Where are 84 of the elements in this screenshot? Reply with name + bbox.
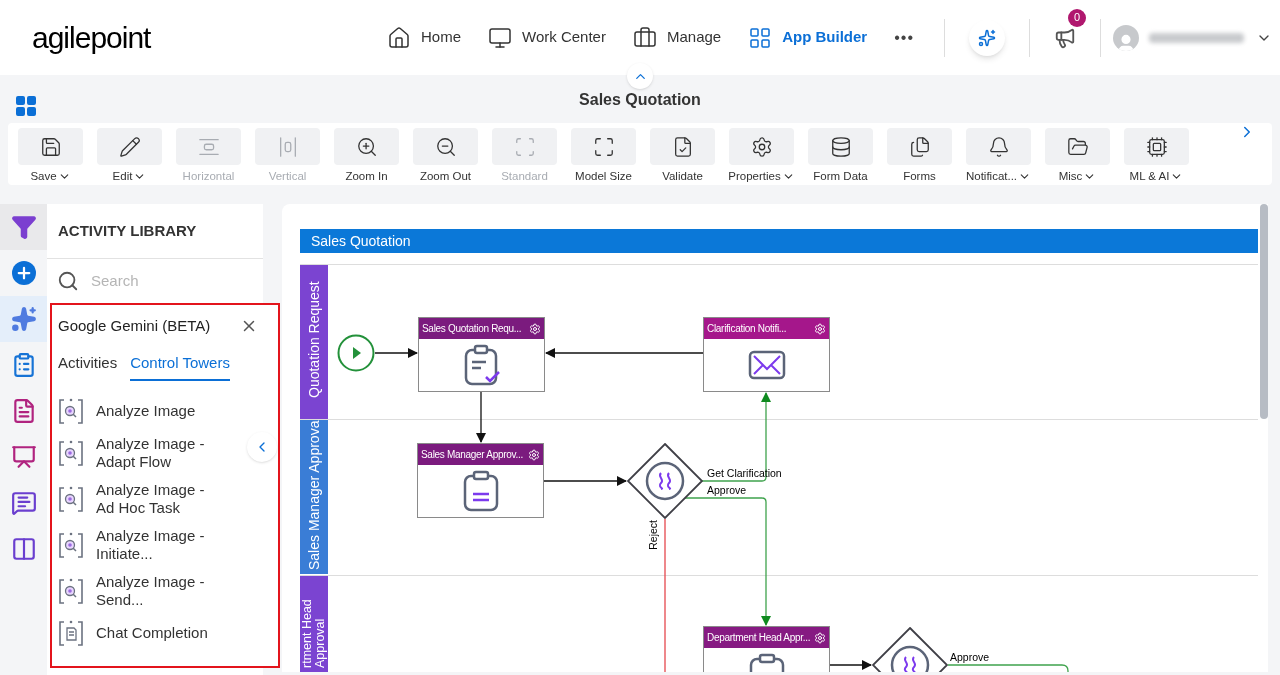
flow-label: Approve (950, 650, 990, 665)
task-node[interactable]: Sales Manager Approv... (417, 443, 544, 518)
search-icon (57, 270, 79, 292)
activity-item[interactable]: Analyze Image - Send... (58, 573, 278, 609)
flow-arrow[interactable] (374, 348, 418, 358)
image-search-frame-icon (58, 485, 84, 513)
image-search-frame-icon (58, 397, 84, 425)
database-icon (829, 135, 852, 158)
task-node[interactable]: Department Head Appr... (703, 626, 830, 672)
flow-label: Get Clarification (707, 466, 782, 481)
lane-label: rtment Head Approval (300, 576, 328, 672)
rail-button[interactable] (0, 204, 47, 250)
document-frame-icon (58, 619, 84, 647)
scrollbar-thumb[interactable] (1260, 204, 1268, 419)
flow-arrow[interactable] (545, 348, 704, 358)
group-title: Google Gemini (BETA) (58, 316, 211, 336)
pencil-icon (118, 135, 141, 158)
image-search-frame-icon (58, 439, 84, 467)
flow-arrow[interactable] (829, 660, 872, 670)
flow-label: Reject (646, 520, 660, 550)
pinwheel-icon (978, 28, 996, 47)
logo[interactable]: agilepoint (32, 15, 151, 60)
settings-icon[interactable] (814, 631, 826, 644)
image-search-frame-icon (58, 531, 84, 559)
task-title: Sales Quotation Requ... (422, 322, 522, 336)
settings-icon[interactable] (529, 322, 541, 335)
funnel-icon (10, 214, 37, 240)
library-title: ACTIVITY LIBRARY (47, 204, 263, 259)
settings-icon[interactable] (528, 448, 540, 461)
expand-icon (592, 135, 615, 158)
activity-item[interactable]: Analyze Image - Adapt Flow (58, 435, 278, 471)
frame-icon (513, 135, 536, 158)
zoom-in-icon (355, 135, 378, 158)
settings-icon[interactable] (814, 322, 826, 335)
flow-arrow[interactable] (476, 391, 486, 443)
briefcase-icon (632, 25, 657, 50)
lane-label: Quotation Request (300, 265, 328, 419)
sparkle-icon (10, 306, 37, 332)
start-event[interactable] (337, 334, 375, 372)
task-node[interactable]: Sales Quotation Requ... (418, 317, 545, 392)
task-node[interactable]: Clarification Notifi... (703, 317, 830, 392)
presentation-icon (10, 444, 37, 470)
nav-link[interactable]: Manage (632, 25, 722, 50)
lane-label: Sales Manager Approva (300, 420, 328, 574)
notification-badge: 0 (1068, 8, 1086, 27)
flow-arrow[interactable] (543, 476, 627, 486)
monitor-icon (488, 25, 513, 50)
clipboard-icon (461, 470, 500, 512)
image-search-frame-icon (58, 577, 84, 605)
files-icon (908, 135, 931, 158)
save-icon (39, 135, 62, 158)
decision-gateway[interactable] (627, 443, 703, 519)
task-title: Clarification Notifi... (707, 322, 787, 336)
rail-button[interactable] (0, 296, 47, 342)
home-icon (387, 25, 412, 50)
nav-link[interactable]: App Builder (748, 25, 868, 50)
activity-item[interactable]: Analyze Image - Ad Hoc Task (58, 481, 278, 517)
envelope-icon (747, 350, 786, 380)
add-icon (11, 261, 36, 285)
chat-icon (10, 490, 37, 516)
grid-icon (748, 25, 773, 50)
tab[interactable]: Activities (58, 351, 118, 381)
activity-item[interactable]: Analyze Image (58, 397, 278, 425)
folder-icon (1066, 135, 1089, 158)
nav-link[interactable]: Home (387, 25, 462, 50)
flow-label: Approve (707, 483, 747, 498)
search-field[interactable]: Search (91, 269, 211, 293)
activity-item[interactable]: Chat Completion (58, 619, 278, 647)
apps-grid-icon[interactable] (14, 94, 38, 118)
megaphone-icon (1054, 26, 1076, 49)
zoom-out-icon (434, 135, 457, 158)
pool-header: Sales Quotation (300, 229, 1258, 253)
launcher-button[interactable] (969, 19, 1005, 56)
bell-icon (987, 135, 1010, 158)
app-title: Sales Quotation (579, 90, 701, 110)
settings-icon (750, 135, 773, 158)
more-menu[interactable]: ••• (894, 25, 914, 50)
nav-link[interactable]: Work Center (488, 25, 606, 50)
tab[interactable]: Control Towers (130, 351, 230, 381)
activity-item[interactable]: Analyze Image - Initiate... (58, 527, 278, 563)
chip-icon (1145, 135, 1168, 158)
task-title: Department Head Appr... (707, 631, 811, 645)
columns-icon (10, 536, 37, 562)
task-title: Sales Manager Approv... (421, 448, 523, 462)
